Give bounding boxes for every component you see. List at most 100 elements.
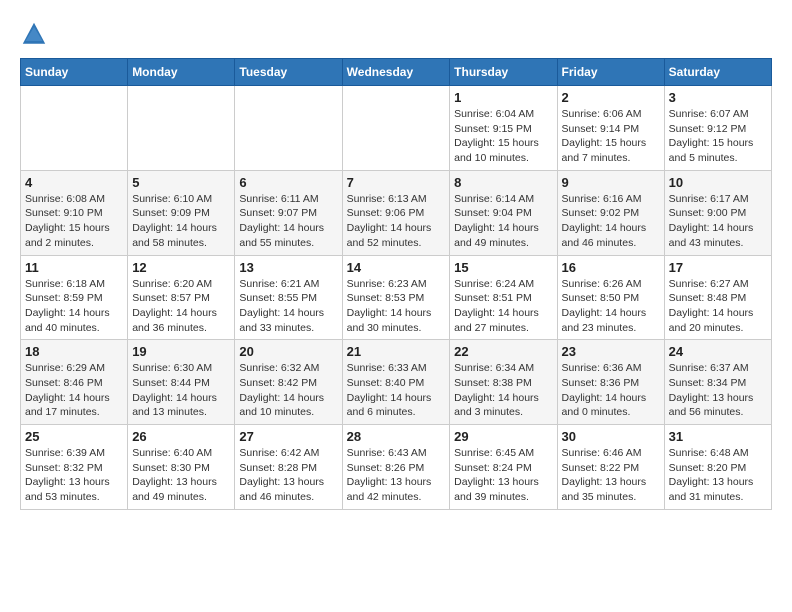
day-info: Sunrise: 6:13 AM Sunset: 9:06 PM Dayligh… — [347, 192, 446, 251]
calendar-cell: 24 Sunrise: 6:37 AM Sunset: 8:34 PM Dayli… — [664, 340, 771, 425]
day-number: 10 — [669, 175, 767, 190]
calendar-cell: 19Sunrise: 6:30 AM Sunset: 8:44 PM Dayli… — [128, 340, 235, 425]
calendar-cell: 14 Sunrise: 6:23 AM Sunset: 8:53 PM Dayli… — [342, 255, 450, 340]
col-header-wednesday: Wednesday — [342, 59, 450, 86]
calendar-cell: 8 Sunrise: 6:14 AM Sunset: 9:04 PM Daylig… — [450, 170, 557, 255]
day-number: 8 — [454, 175, 552, 190]
calendar-cell: 17 Sunrise: 6:27 AM Sunset: 8:48 PM Dayli… — [664, 255, 771, 340]
day-number: 29 — [454, 429, 552, 444]
day-number: 13 — [239, 260, 337, 275]
day-info: Sunrise: 6:39 AM Sunset: 8:32 PM Dayligh… — [25, 446, 123, 505]
day-info: Sunrise: 6:27 AM Sunset: 8:48 PM Dayligh… — [669, 277, 767, 336]
day-info: Sunrise: 6:11 AM Sunset: 9:07 PM Dayligh… — [239, 192, 337, 251]
day-info: Sunrise: 6:45 AM Sunset: 8:24 PM Dayligh… — [454, 446, 552, 505]
day-info: Sunrise: 6:36 AM Sunset: 8:36 PM Dayligh… — [562, 361, 660, 420]
calendar-week-row: 4 Sunrise: 6:08 AM Sunset: 9:10 PM Daylig… — [21, 170, 772, 255]
calendar-cell: 29 Sunrise: 6:45 AM Sunset: 8:24 PM Dayli… — [450, 425, 557, 510]
day-number: 2 — [562, 90, 660, 105]
calendar-week-row: 18 Sunrise: 6:29 AM Sunset: 8:46 PM Dayli… — [21, 340, 772, 425]
calendar-cell: 23 Sunrise: 6:36 AM Sunset: 8:36 PM Dayli… — [557, 340, 664, 425]
day-info: Sunrise: 6:06 AM Sunset: 9:14 PM Dayligh… — [562, 107, 660, 166]
day-number: 15 — [454, 260, 552, 275]
day-info: Sunrise: 6:16 AM Sunset: 9:02 PM Dayligh… — [562, 192, 660, 251]
day-info: Sunrise: 6:21 AM Sunset: 8:55 PM Dayligh… — [239, 277, 337, 336]
calendar-cell: 31 Sunrise: 6:48 AM Sunset: 8:20 PM Dayli… — [664, 425, 771, 510]
day-info: Sunrise: 6:18 AM Sunset: 8:59 PM Dayligh… — [25, 277, 123, 336]
day-number: 22 — [454, 344, 552, 359]
day-number: 18 — [25, 344, 123, 359]
day-info: Sunrise: 6:04 AM Sunset: 9:15 PM Dayligh… — [454, 107, 552, 166]
day-info: Sunrise: 6:42 AM Sunset: 8:28 PM Dayligh… — [239, 446, 337, 505]
day-info: Sunrise: 6:10 AM Sunset: 9:09 PM Dayligh… — [132, 192, 230, 251]
calendar-cell: 16 Sunrise: 6:26 AM Sunset: 8:50 PM Dayli… — [557, 255, 664, 340]
col-header-monday: Monday — [128, 59, 235, 86]
calendar-cell: 3Sunrise: 6:07 AM Sunset: 9:12 PM Daylig… — [664, 86, 771, 171]
calendar-cell: 12 Sunrise: 6:20 AM Sunset: 8:57 PM Dayli… — [128, 255, 235, 340]
day-info: Sunrise: 6:43 AM Sunset: 8:26 PM Dayligh… — [347, 446, 446, 505]
calendar-cell: 27 Sunrise: 6:42 AM Sunset: 8:28 PM Dayli… — [235, 425, 342, 510]
day-number: 25 — [25, 429, 123, 444]
calendar-cell: 1 Sunrise: 6:04 AM Sunset: 9:15 PM Daylig… — [450, 86, 557, 171]
calendar-week-row: 11 Sunrise: 6:18 AM Sunset: 8:59 PM Dayli… — [21, 255, 772, 340]
day-number: 17 — [669, 260, 767, 275]
day-number: 7 — [347, 175, 446, 190]
calendar-cell: 25 Sunrise: 6:39 AM Sunset: 8:32 PM Dayli… — [21, 425, 128, 510]
calendar-cell: 21Sunrise: 6:33 AM Sunset: 8:40 PM Dayli… — [342, 340, 450, 425]
calendar-cell: 11 Sunrise: 6:18 AM Sunset: 8:59 PM Dayli… — [21, 255, 128, 340]
calendar-cell: 22 Sunrise: 6:34 AM Sunset: 8:38 PM Dayli… — [450, 340, 557, 425]
header — [20, 20, 772, 48]
day-number: 6 — [239, 175, 337, 190]
day-number: 24 — [669, 344, 767, 359]
day-info: Sunrise: 6:37 AM Sunset: 8:34 PM Dayligh… — [669, 361, 767, 420]
day-number: 21 — [347, 344, 446, 359]
calendar-cell: 5 Sunrise: 6:10 AM Sunset: 9:09 PM Daylig… — [128, 170, 235, 255]
col-header-thursday: Thursday — [450, 59, 557, 86]
calendar-cell — [235, 86, 342, 171]
day-info: Sunrise: 6:34 AM Sunset: 8:38 PM Dayligh… — [454, 361, 552, 420]
calendar-cell: 6 Sunrise: 6:11 AM Sunset: 9:07 PM Daylig… — [235, 170, 342, 255]
general-blue-logo-icon — [20, 20, 48, 48]
col-header-tuesday: Tuesday — [235, 59, 342, 86]
day-info: Sunrise: 6:24 AM Sunset: 8:51 PM Dayligh… — [454, 277, 552, 336]
day-info: Sunrise: 6:29 AM Sunset: 8:46 PM Dayligh… — [25, 361, 123, 420]
calendar-cell: 15 Sunrise: 6:24 AM Sunset: 8:51 PM Dayli… — [450, 255, 557, 340]
day-number: 31 — [669, 429, 767, 444]
logo — [20, 20, 52, 48]
calendar-table: SundayMondayTuesdayWednesdayThursdayFrid… — [20, 58, 772, 510]
day-number: 3 — [669, 90, 767, 105]
day-number: 11 — [25, 260, 123, 275]
day-info: Sunrise: 6:23 AM Sunset: 8:53 PM Dayligh… — [347, 277, 446, 336]
calendar-cell — [21, 86, 128, 171]
day-info: Sunrise: 6:08 AM Sunset: 9:10 PM Dayligh… — [25, 192, 123, 251]
day-number: 9 — [562, 175, 660, 190]
day-number: 14 — [347, 260, 446, 275]
day-number: 23 — [562, 344, 660, 359]
calendar-cell: 30Sunrise: 6:46 AM Sunset: 8:22 PM Dayli… — [557, 425, 664, 510]
calendar-cell: 10 Sunrise: 6:17 AM Sunset: 9:00 PM Dayli… — [664, 170, 771, 255]
day-number: 16 — [562, 260, 660, 275]
day-info: Sunrise: 6:48 AM Sunset: 8:20 PM Dayligh… — [669, 446, 767, 505]
day-number: 20 — [239, 344, 337, 359]
calendar-cell: 13 Sunrise: 6:21 AM Sunset: 8:55 PM Dayli… — [235, 255, 342, 340]
calendar-cell: 26Sunrise: 6:40 AM Sunset: 8:30 PM Dayli… — [128, 425, 235, 510]
calendar-header-row: SundayMondayTuesdayWednesdayThursdayFrid… — [21, 59, 772, 86]
day-number: 27 — [239, 429, 337, 444]
day-number: 1 — [454, 90, 552, 105]
day-info: Sunrise: 6:14 AM Sunset: 9:04 PM Dayligh… — [454, 192, 552, 251]
day-number: 28 — [347, 429, 446, 444]
calendar-week-row: 1 Sunrise: 6:04 AM Sunset: 9:15 PM Daylig… — [21, 86, 772, 171]
day-number: 12 — [132, 260, 230, 275]
day-number: 4 — [25, 175, 123, 190]
day-info: Sunrise: 6:26 AM Sunset: 8:50 PM Dayligh… — [562, 277, 660, 336]
day-number: 5 — [132, 175, 230, 190]
day-info: Sunrise: 6:46 AM Sunset: 8:22 PM Dayligh… — [562, 446, 660, 505]
day-info: Sunrise: 6:30 AM Sunset: 8:44 PM Dayligh… — [132, 361, 230, 420]
calendar-cell: 9 Sunrise: 6:16 AM Sunset: 9:02 PM Daylig… — [557, 170, 664, 255]
calendar-cell: 4 Sunrise: 6:08 AM Sunset: 9:10 PM Daylig… — [21, 170, 128, 255]
calendar-cell: 7 Sunrise: 6:13 AM Sunset: 9:06 PM Daylig… — [342, 170, 450, 255]
day-info: Sunrise: 6:20 AM Sunset: 8:57 PM Dayligh… — [132, 277, 230, 336]
calendar-cell: 20Sunrise: 6:32 AM Sunset: 8:42 PM Dayli… — [235, 340, 342, 425]
day-info: Sunrise: 6:17 AM Sunset: 9:00 PM Dayligh… — [669, 192, 767, 251]
col-header-sunday: Sunday — [21, 59, 128, 86]
calendar-cell: 2 Sunrise: 6:06 AM Sunset: 9:14 PM Daylig… — [557, 86, 664, 171]
